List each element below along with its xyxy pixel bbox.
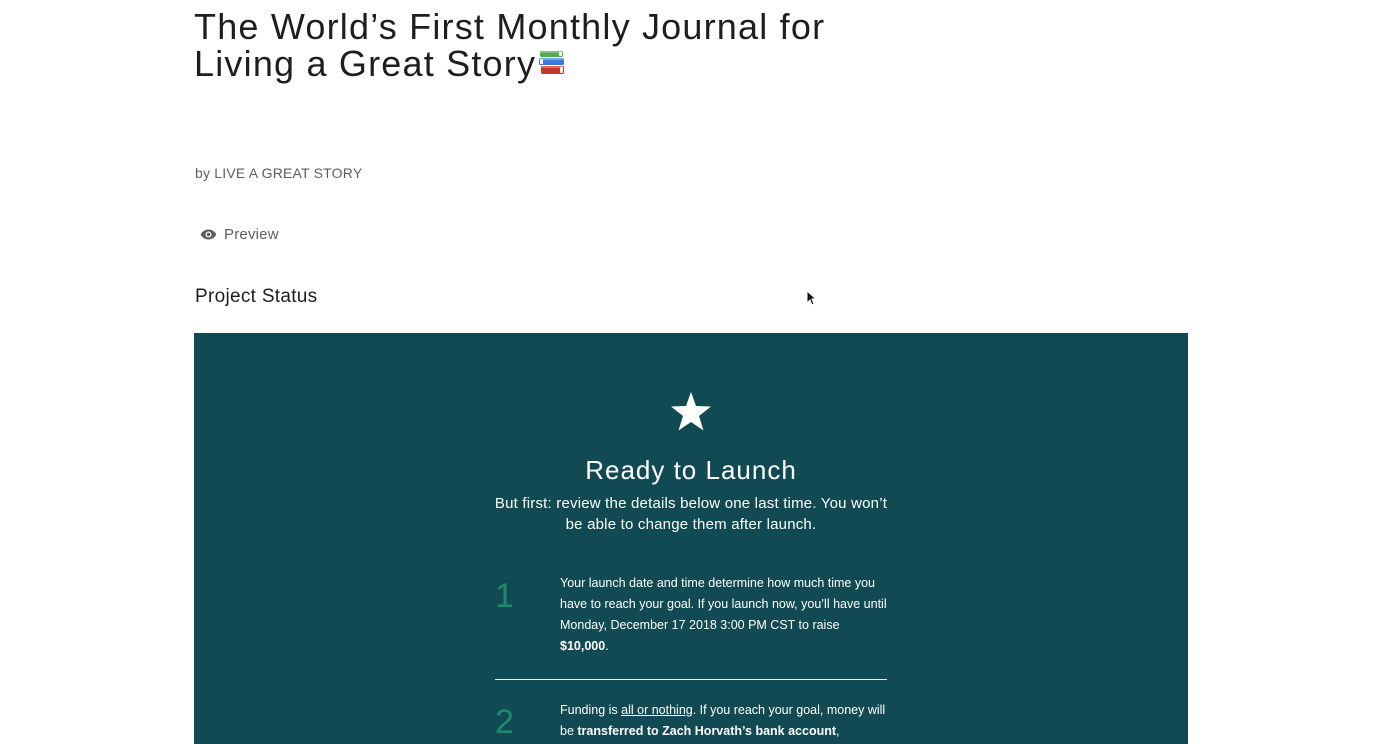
step-text-end: , <box>836 724 840 738</box>
project-title: The World’s First Monthly Journal for Li… <box>194 8 914 82</box>
page: The World’s First Monthly Journal for Li… <box>0 0 1394 744</box>
step-description: Your launch date and time determine how … <box>560 573 890 657</box>
step-number: 1 <box>495 577 514 615</box>
preview-button[interactable]: Preview <box>200 226 279 243</box>
step-divider <box>495 679 887 680</box>
books-icon <box>537 48 567 78</box>
all-or-nothing-link[interactable]: all or nothing <box>621 703 693 717</box>
eye-icon <box>200 226 217 243</box>
project-title-text: The World’s First Monthly Journal for Li… <box>194 6 826 84</box>
project-status-heading: Project Status <box>195 286 318 307</box>
creator-byline: by LIVE A GREAT STORY <box>195 165 362 181</box>
status-subtitle: But first: review the details below one … <box>494 495 888 533</box>
step-text: Funding is <box>560 703 622 717</box>
step-number: 2 <box>495 703 514 741</box>
step-text-end: . <box>605 639 609 653</box>
launch-status-panel: Ready to Launch But first: review the de… <box>194 333 1188 744</box>
funding-goal-amount: $10,000 <box>560 639 606 653</box>
status-title: Ready to Launch <box>585 455 797 485</box>
byline-prefix: by <box>195 165 215 181</box>
mouse-cursor-icon <box>806 290 816 306</box>
star-icon <box>671 392 711 431</box>
creator-name[interactable]: LIVE A GREAT STORY <box>214 165 362 181</box>
bank-account-text: transferred to Zach Horvath’s bank accou… <box>577 724 837 738</box>
step-description: Funding is all or nothing. If you reach … <box>560 700 890 742</box>
step-text: Your launch date and time determine how … <box>560 576 887 632</box>
preview-label: Preview <box>224 226 279 243</box>
